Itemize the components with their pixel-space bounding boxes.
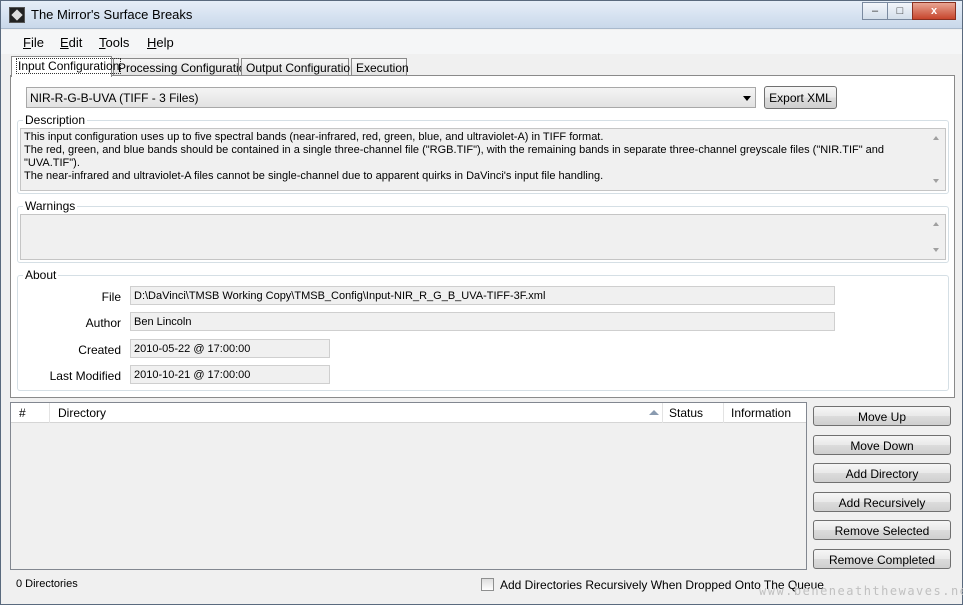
scroll-down-icon[interactable] xyxy=(933,179,939,183)
author-label: Author xyxy=(85,316,121,330)
menu-help[interactable]: Help xyxy=(147,35,174,50)
description-title: Description xyxy=(23,113,88,127)
description-textarea[interactable]: This input configuration uses up to five… xyxy=(20,128,946,191)
minimize-button[interactable]: – xyxy=(862,2,888,20)
column-divider[interactable] xyxy=(49,403,50,423)
scroll-up-icon[interactable] xyxy=(933,136,939,140)
file-field[interactable]: D:\DaVinci\TMSB Working Copy\TMSB_Config… xyxy=(130,286,835,305)
column-directory[interactable]: Directory xyxy=(58,406,106,420)
menu-tools[interactable]: Tools xyxy=(99,35,129,50)
close-button[interactable]: x xyxy=(912,2,956,20)
tab-execution[interactable]: Execution xyxy=(351,58,409,76)
menu-edit-hotkey: E xyxy=(60,35,69,50)
input-configuration-panel: NIR-R-G-B-UVA (TIFF - 3 Files) Export XM… xyxy=(10,75,955,398)
column-number[interactable]: # xyxy=(19,406,26,420)
sort-ascending-icon xyxy=(649,410,659,415)
tab-input-configuration[interactable]: Input Configuration xyxy=(11,56,122,77)
title-bar[interactable]: The Mirror's Surface Breaks – □ x xyxy=(1,1,962,29)
menu-edit-label: dit xyxy=(68,35,83,50)
tab-execution-label: Execution xyxy=(356,61,409,75)
about-group: About File D:\DaVinci\TMSB Working Copy\… xyxy=(17,268,949,391)
input-config-dropdown[interactable]: NIR-R-G-B-UVA (TIFF - 3 Files) xyxy=(26,87,756,108)
warnings-textarea[interactable] xyxy=(20,214,946,260)
tab-input-configuration-label: Input Configuration xyxy=(16,58,122,74)
watermark: www.beneneaththewaves.net xyxy=(759,584,963,598)
main-window: The Mirror's Surface Breaks – □ x File E… xyxy=(0,0,963,605)
chevron-down-icon[interactable] xyxy=(743,96,751,101)
remove-selected-button[interactable]: Remove Selected xyxy=(813,520,951,540)
tab-processing-configuration[interactable]: Processing Configuration xyxy=(113,58,252,76)
warnings-title: Warnings xyxy=(23,199,78,213)
menu-file-hotkey: F xyxy=(23,35,31,50)
menu-help-hotkey: H xyxy=(147,35,157,50)
tab-processing-configuration-label: Processing Configuration xyxy=(118,61,253,75)
column-status[interactable]: Status xyxy=(669,406,703,420)
menu-edit[interactable]: Edit xyxy=(60,35,82,50)
add-directory-button[interactable]: Add Directory xyxy=(813,463,951,483)
tab-output-configuration-label: Output Configuration xyxy=(246,61,357,75)
author-field[interactable]: Ben Lincoln xyxy=(130,312,835,331)
file-label: File xyxy=(101,290,121,304)
maximize-button[interactable]: □ xyxy=(887,2,913,20)
menu-file[interactable]: File xyxy=(23,35,44,50)
last-modified-field[interactable]: 2010-10-21 @ 17:00:00 xyxy=(130,365,330,384)
warnings-scrollbar[interactable] xyxy=(928,215,945,259)
created-label: Created xyxy=(78,343,121,357)
menu-help-label: elp xyxy=(156,35,174,50)
menu-bar: File Edit Tools Help xyxy=(1,30,962,54)
add-recursively-button[interactable]: Add Recursively xyxy=(813,492,951,512)
column-information[interactable]: Information xyxy=(731,406,791,420)
queue-list-header: # Directory Status Information xyxy=(11,403,806,423)
scroll-down-icon[interactable] xyxy=(933,248,939,252)
description-scrollbar[interactable] xyxy=(928,129,945,190)
column-divider[interactable] xyxy=(723,403,724,423)
scroll-up-icon[interactable] xyxy=(933,222,939,226)
export-xml-button[interactable]: Export XML xyxy=(764,86,837,109)
warnings-group: Warnings xyxy=(17,199,949,263)
description-group: Description This input configuration use… xyxy=(17,113,949,194)
window-title: The Mirror's Surface Breaks xyxy=(31,7,193,22)
directory-count: 0 Directories xyxy=(16,578,78,590)
description-text: This input configuration uses up to five… xyxy=(24,131,885,182)
app-icon[interactable] xyxy=(9,7,25,23)
add-recursively-checkbox[interactable] xyxy=(481,578,494,591)
remove-completed-button[interactable]: Remove Completed xyxy=(813,549,951,569)
menu-tools-label: ools xyxy=(105,35,130,50)
created-field[interactable]: 2010-05-22 @ 17:00:00 xyxy=(130,339,330,358)
move-down-button[interactable]: Move Down xyxy=(813,435,951,455)
move-up-button[interactable]: Move Up xyxy=(813,406,951,426)
input-config-selected: NIR-R-G-B-UVA (TIFF - 3 Files) xyxy=(30,91,199,105)
last-modified-label: Last Modified xyxy=(49,369,121,383)
menu-file-label: ile xyxy=(30,35,44,50)
column-divider[interactable] xyxy=(662,403,663,423)
directory-queue-list[interactable]: # Directory Status Information xyxy=(10,402,807,570)
about-title: About xyxy=(23,268,59,282)
tab-output-configuration[interactable]: Output Configuration xyxy=(241,58,357,76)
